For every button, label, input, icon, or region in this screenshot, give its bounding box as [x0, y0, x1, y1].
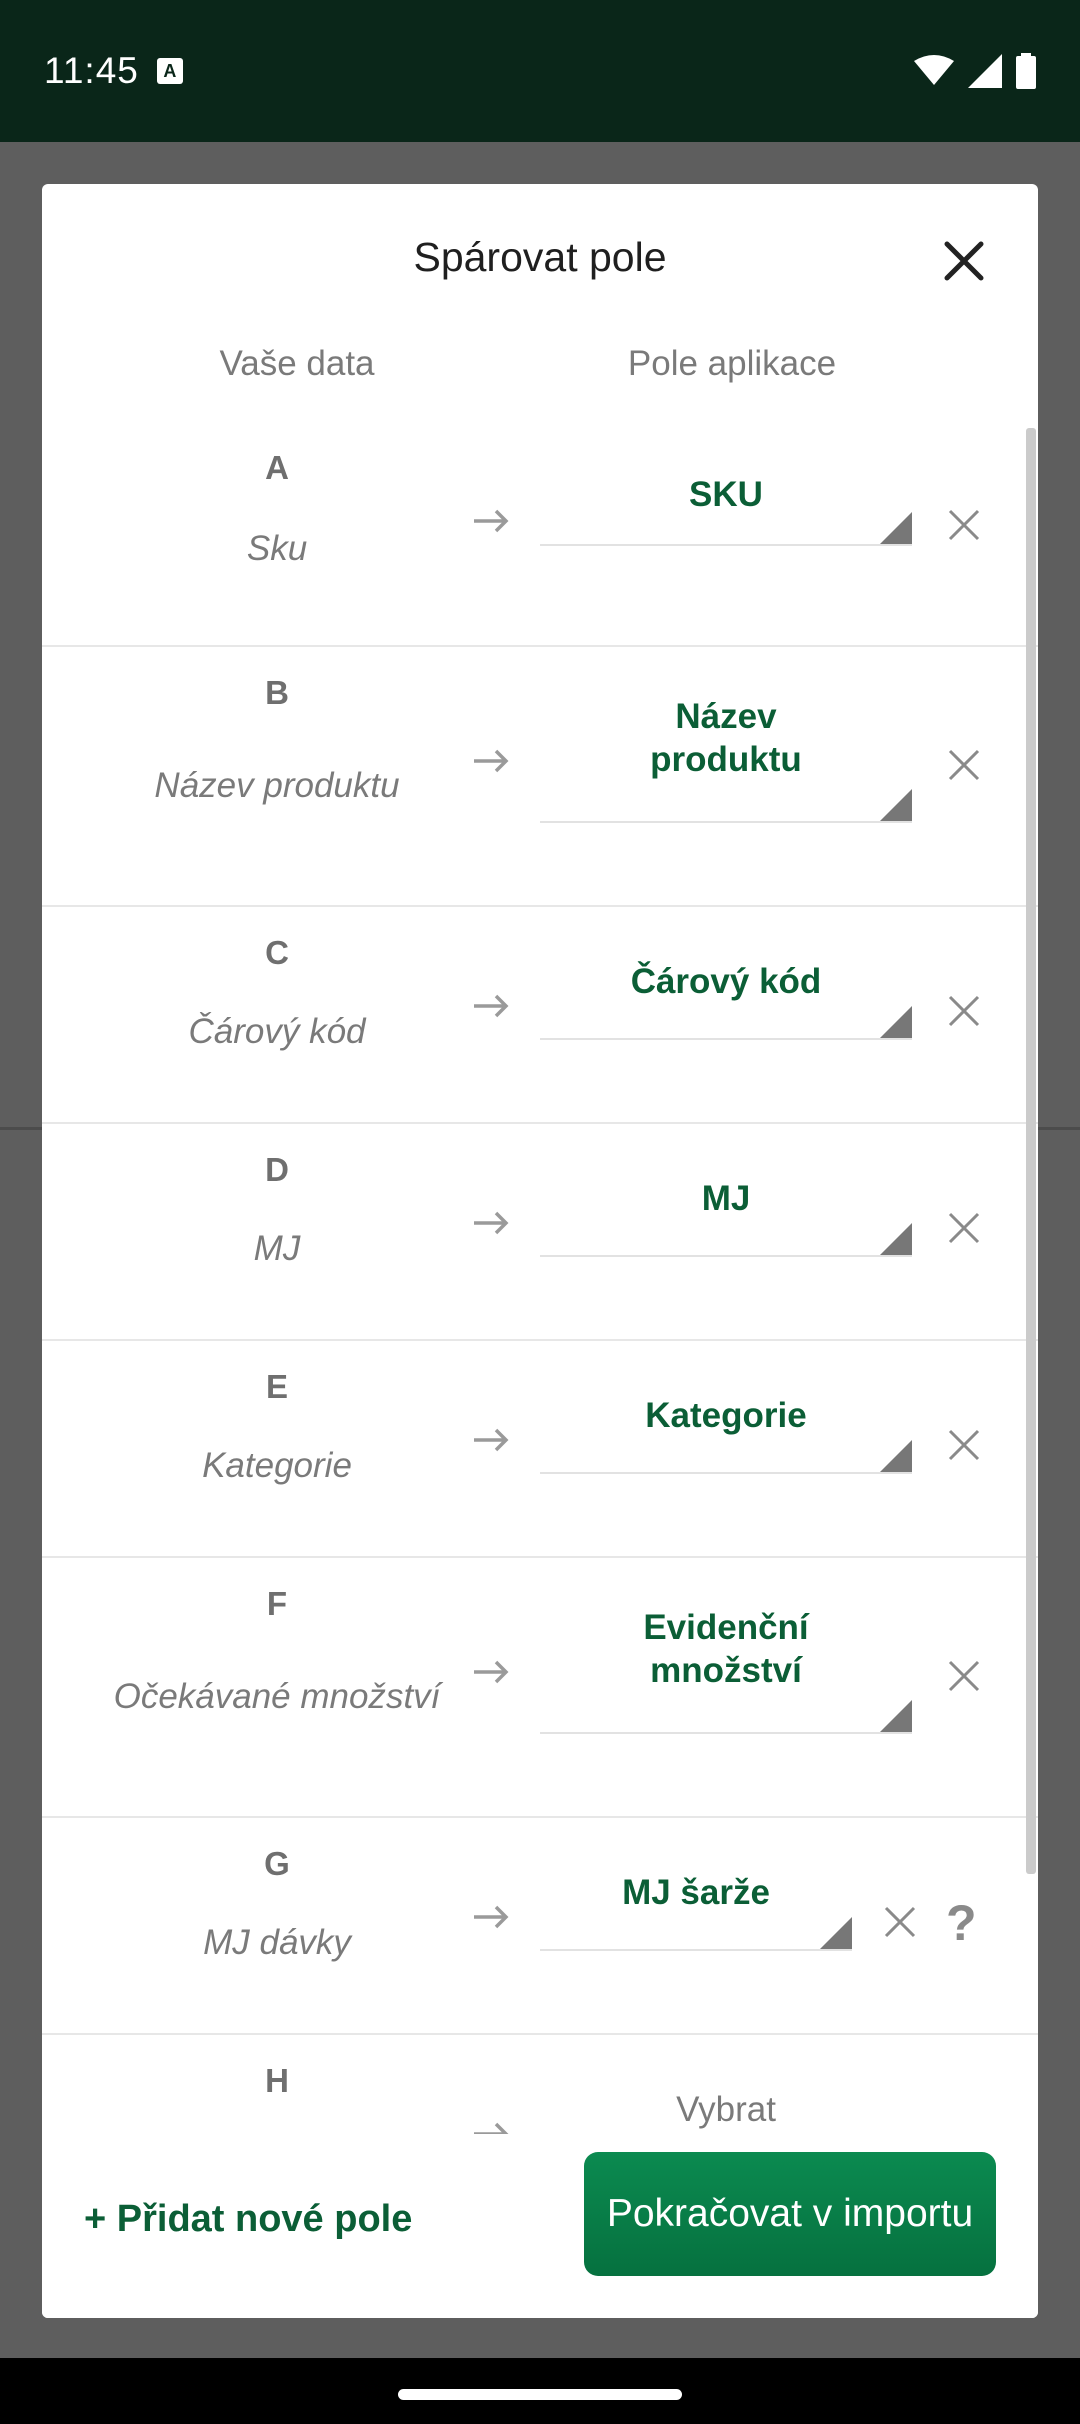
arrow-right-icon [474, 1660, 509, 1684]
column-letter: H [265, 2062, 289, 2099]
source-field: Sku [246, 529, 308, 568]
clear-icon[interactable] [946, 1427, 982, 1463]
app-field-select[interactable]: MJ [540, 1172, 912, 1257]
dialog-title: Spárovat pole [413, 234, 667, 280]
dropdown-corner-icon [880, 512, 912, 544]
select-value: Kategorie [645, 1396, 807, 1435]
mapping-row: A Sku SKU [42, 429, 1038, 647]
source-field: Očekávané množství [113, 1677, 441, 1716]
source-field: Kategorie [202, 1446, 352, 1485]
close-icon[interactable] [937, 234, 991, 288]
pair-fields-dialog: Spárovat pole Vaše data Pole aplikace A … [42, 184, 1038, 2318]
wifi-icon [914, 55, 954, 85]
column-letter: F [266, 1585, 288, 1622]
status-icons [914, 53, 1036, 89]
dropdown-corner-icon [880, 1006, 912, 1038]
select-value: Čárový kód [630, 962, 822, 1001]
arrow-right-icon [474, 749, 509, 773]
continue-import-button[interactable]: Pokračovat v importu [584, 2152, 996, 2276]
clear-icon[interactable] [946, 747, 982, 783]
dropdown-corner-icon [880, 789, 912, 821]
select-value: Vybrat [676, 2090, 776, 2129]
status-time: 11:45 [44, 50, 139, 91]
source-field: MJ dávky [203, 1923, 351, 1962]
select-value-line-2: produktu [650, 740, 802, 779]
mapping-list[interactable]: A Sku SKU B Název produktu Název produkt… [42, 429, 1038, 2318]
help-icon[interactable]: ? [946, 1894, 977, 1952]
select-value-line-1: Evidenční [643, 1608, 809, 1647]
mapping-row: B Název produktu Název produktu [42, 647, 1038, 907]
status-bar: 11:45 A [0, 0, 1080, 142]
arrow-right-icon [474, 1428, 509, 1452]
mapping-row: C Čárový kód Čárový kód [42, 907, 1038, 1124]
mapping-row: D MJ MJ [42, 1124, 1038, 1341]
clear-icon[interactable] [946, 1210, 982, 1246]
add-field-button[interactable]: + Přidat nové pole [84, 2198, 412, 2241]
arrow-right-icon [474, 1211, 509, 1235]
source-field: MJ [253, 1229, 301, 1268]
column-letter: D [265, 1151, 289, 1188]
arrow-right-icon [474, 1905, 509, 1929]
mapping-row: E Kategorie Kategorie [42, 1341, 1038, 1558]
signal-icon [968, 54, 1002, 88]
clear-icon[interactable] [882, 1904, 918, 1940]
dropdown-corner-icon [880, 1223, 912, 1255]
select-value: MJ šarže [622, 1873, 770, 1912]
dropdown-corner-icon [880, 1700, 912, 1732]
source-field: Čárový kód [188, 1012, 366, 1051]
arrow-right-icon [474, 994, 509, 1018]
column-letter: E [265, 1368, 288, 1405]
mapping-row: G MJ dávky MJ šarže ? [42, 1818, 1038, 2035]
scrollbar[interactable] [1026, 428, 1036, 1874]
mapping-row: F Očekávané množství Evidenční množství [42, 1558, 1038, 1818]
app-field-select[interactable]: Čárový kód [540, 955, 912, 1040]
home-handle[interactable] [398, 2389, 682, 2400]
select-value: MJ [701, 1179, 751, 1218]
column-letter: C [265, 934, 289, 971]
select-value-line-2: množství [650, 1651, 802, 1690]
clear-icon[interactable] [946, 507, 982, 543]
clear-icon[interactable] [946, 1658, 982, 1694]
column-headers: Vaše data Pole aplikace [42, 344, 1038, 394]
column-letter: A [265, 449, 289, 486]
column-letter: B [265, 674, 289, 711]
app-field-select[interactable]: Kategorie [540, 1389, 912, 1474]
battery-icon [1016, 53, 1036, 89]
dropdown-corner-icon [820, 1917, 852, 1949]
app-field-select[interactable]: Název produktu [540, 693, 912, 823]
column-letter: G [264, 1845, 290, 1882]
dropdown-corner-icon [880, 1440, 912, 1472]
dialog-actions: + Přidat nové pole Pokračovat v importu [42, 2134, 1038, 2318]
clear-icon[interactable] [946, 993, 982, 1029]
app-field-select[interactable]: Evidenční množství [540, 1604, 912, 1734]
notification-icon: A [156, 58, 183, 84]
select-value: SKU [689, 475, 763, 514]
column-app-fields: Pole aplikace [627, 344, 837, 383]
column-your-data: Vaše data [219, 344, 375, 383]
source-field: Název produktu [154, 766, 400, 805]
app-field-select[interactable]: SKU [540, 459, 912, 546]
select-value-line-1: Název [675, 697, 777, 736]
arrow-right-icon [474, 509, 509, 533]
app-field-select[interactable]: MJ šarže [540, 1866, 852, 1951]
